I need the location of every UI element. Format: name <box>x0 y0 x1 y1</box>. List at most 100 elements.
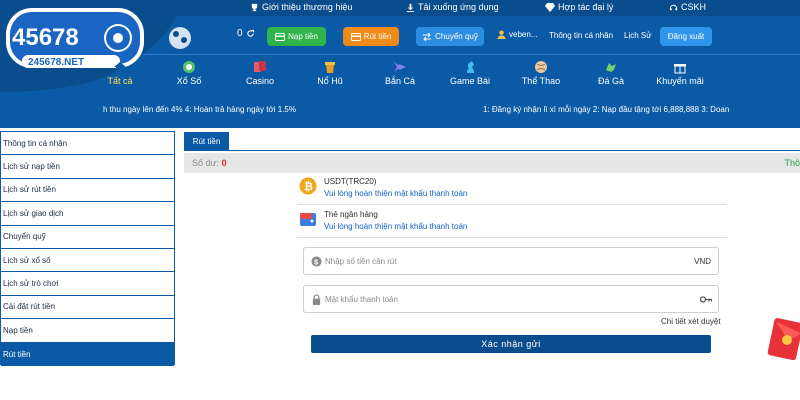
username: veben... <box>509 30 538 39</box>
support-link[interactable]: CSKH <box>669 2 706 12</box>
withdraw-label: Rút tiền <box>363 32 392 41</box>
red-envelope-icon[interactable] <box>767 316 800 360</box>
balance-label: Số dư: <box>192 158 220 168</box>
agent-partner-label: Hợp tác đại lý <box>558 2 614 12</box>
deposit-button[interactable]: Nạp tiền <box>267 27 326 46</box>
amount-input[interactable]: $ Nhập số tiền cần rút VND <box>303 247 719 275</box>
marquee-text-right: 1: Đăng ký nhận lì xì mỗi ngày 2: Nạp đầ… <box>483 105 730 114</box>
nav-item-fishing[interactable]: Bắn Cá <box>370 60 430 86</box>
svg-text:₿: ₿ <box>304 181 313 193</box>
profile-link[interactable]: Thông tin cá nhân <box>549 31 613 40</box>
nav-item-label: Khuyến mãi <box>656 76 704 86</box>
sidebar-item-transfer[interactable]: Chuyển quỹ <box>1 226 174 249</box>
user-account[interactable]: veben... <box>497 30 537 39</box>
currency-suffix: VND <box>694 257 711 266</box>
nav-item-all[interactable]: Tất cả <box>90 60 150 86</box>
logout-button[interactable]: Đăng xuất <box>660 27 712 46</box>
svg-text:$: $ <box>314 257 318 266</box>
submit-button[interactable]: Xác nhận gửi <box>311 335 711 353</box>
nav-item-casino[interactable]: Casino <box>230 60 290 86</box>
account-sidebar: Thông tin cá nhân Lịch sử nạp tiền Lịch … <box>0 131 175 366</box>
bitcoin-icon: ₿ <box>299 177 317 195</box>
announcement-marquee: h thu ngày lên đến 4% 4: Hoàn trả hàng n… <box>0 94 800 128</box>
nav-item-lottery[interactable]: Xổ Số <box>159 60 219 86</box>
balance-right-text: Thô <box>784 158 800 168</box>
trophy-icon <box>251 3 258 11</box>
nav-item-slots[interactable]: Nổ Hũ <box>300 60 360 86</box>
nav-item-sports[interactable]: Thể Thao <box>511 60 571 86</box>
withdraw-method-bank-card[interactable]: Thẻ ngân hàng Vui lòng hoàn thiện mật kh… <box>297 208 727 238</box>
sidebar-item-profile[interactable]: Thông tin cá nhân <box>1 132 174 156</box>
amount-placeholder: Nhập số tiền cần rút <box>325 257 397 266</box>
brand-intro-label: Giới thiệu thương hiệu <box>262 2 353 12</box>
transfer-icon <box>423 32 432 41</box>
sidebar-item-deposit-history[interactable]: Lịch sử nạp tiền <box>1 155 174 179</box>
review-details-link[interactable]: Chi tiết xét duyệt <box>661 317 721 326</box>
transfer-button[interactable]: Chuyển quỹ <box>416 27 484 46</box>
lock-icon <box>312 294 321 305</box>
method-title: Thẻ ngân hàng <box>324 210 378 219</box>
download-app-link[interactable]: Tải xuống ứng dụng <box>406 2 499 12</box>
card-icon <box>275 32 286 41</box>
nav-item-label: Đá Gà <box>597 76 624 86</box>
card-icon <box>350 32 361 41</box>
method-subtitle: Vui lòng hoàn thiện mật khẩu thanh toán <box>324 189 468 198</box>
password-placeholder: Mật khẩu thanh toán <box>325 295 398 304</box>
refresh-icon[interactable] <box>246 29 255 38</box>
method-title: USDT(TRC20) <box>324 177 377 186</box>
svg-text:45678: 45678 <box>12 24 79 51</box>
deposit-label: Nạp tiền <box>288 32 318 41</box>
sidebar-item-lottery-history[interactable]: Lịch sử xổ số <box>1 249 174 273</box>
withdraw-method-usdt[interactable]: ₿ USDT(TRC20) Vui lòng hoàn thiện mật kh… <box>297 175 727 205</box>
sidebar-item-deposit[interactable]: Nạp tiền <box>1 319 174 343</box>
withdraw-button[interactable]: Rút tiền <box>343 27 399 46</box>
nav-item-label: Casino <box>245 76 274 86</box>
nav-item-label: Bắn Cá <box>384 76 416 86</box>
download-icon <box>406 3 415 12</box>
sidebar-item-withdraw[interactable]: Rút tiền <box>1 342 174 366</box>
history-link[interactable]: Lịch Sử <box>624 31 652 40</box>
nav-item-label: Nổ Hũ <box>317 76 343 86</box>
nav-item-label: Xổ Số <box>176 76 202 86</box>
ball-icon <box>535 61 547 73</box>
support-label: CSKH <box>681 2 707 12</box>
method-subtitle: Vui lòng hoàn thiện mật khẩu thanh toán <box>324 222 468 231</box>
rooster-icon <box>606 63 616 72</box>
payment-password-input[interactable]: Mật khẩu thanh toán <box>303 285 719 313</box>
home-icon <box>114 62 126 72</box>
balance-value: 0 <box>237 28 243 39</box>
gift-icon <box>674 64 686 74</box>
balance-row: Số dư: 0 Thô <box>184 153 800 173</box>
wallet-icon <box>300 213 316 226</box>
lottery-ball-icon <box>183 61 195 73</box>
svg-text:245678.NET: 245678.NET <box>28 57 84 68</box>
user-icon <box>497 30 506 39</box>
headset-icon <box>669 4 678 10</box>
sidebar-item-withdraw-history[interactable]: Lịch sử rút tiền <box>1 179 174 203</box>
nav-item-label: Tất cả <box>107 76 133 86</box>
nav-item-cardgame[interactable]: Game Bài <box>440 60 500 86</box>
chess-knight-icon <box>467 61 474 73</box>
sidebar-item-transaction-history[interactable]: Lịch sử giao dịch <box>1 202 174 226</box>
header-balance: 0 <box>237 28 255 39</box>
nav-item-label: Thể Thao <box>521 76 561 86</box>
balance-display: Số dư: 0 <box>192 158 227 168</box>
nav-item-promotions[interactable]: Khuyến mãi <box>650 60 710 86</box>
transfer-label: Chuyển quỹ <box>435 32 478 41</box>
download-app-label: Tải xuống ứng dụng <box>418 2 499 12</box>
agent-partner-link[interactable]: Hợp tác đại lý <box>545 2 613 12</box>
balance-amount: 0 <box>221 158 227 168</box>
diamond-icon <box>545 2 555 12</box>
cards-icon <box>254 61 266 72</box>
nav-item-cockfight[interactable]: Đá Gà <box>581 60 641 86</box>
brand-intro-link[interactable]: Giới thiệu thương hiệu <box>250 2 352 12</box>
tab-underline <box>184 150 800 151</box>
sidebar-item-withdraw-settings[interactable]: Cài đặt rút tiền <box>1 296 174 320</box>
tab-withdraw[interactable]: Rút tiền <box>184 132 229 150</box>
dollar-icon: $ <box>311 256 322 267</box>
logout-label: Đăng xuất <box>667 32 705 41</box>
key-icon[interactable] <box>700 294 712 305</box>
marquee-text-left: h thu ngày lên đến 4% 4: Hoàn trả hàng n… <box>103 105 296 114</box>
sidebar-item-game-history[interactable]: Lịch sử trò chơi <box>1 272 174 296</box>
slot-jar-icon <box>325 62 335 73</box>
